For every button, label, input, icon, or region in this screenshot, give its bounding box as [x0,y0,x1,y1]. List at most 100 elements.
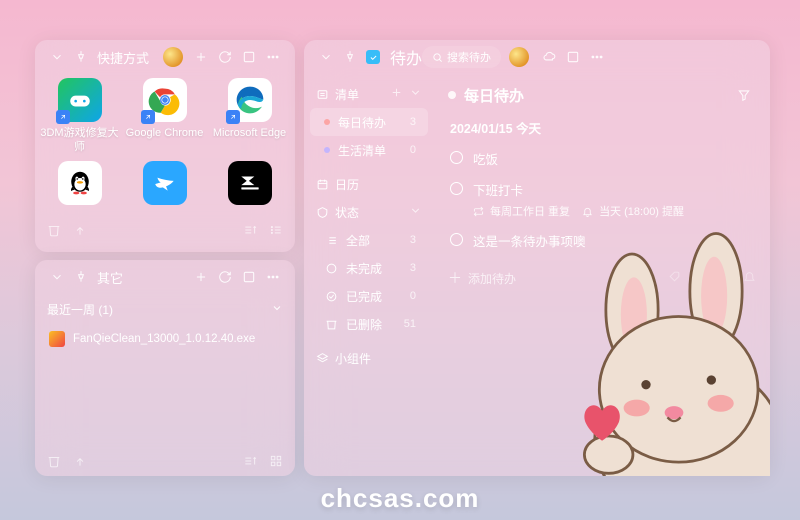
task-meta: 每周工作日 重复 当天 (18:00) 提醒 [473,203,684,219]
dot-icon [448,91,456,99]
calendar-header[interactable]: 日历 [304,170,434,198]
todo-header: 待办 搜索待办 [304,40,770,74]
more-icon[interactable] [265,269,281,285]
app-label: Google Chrome [126,126,204,140]
shortcuts-header: 快捷方式 [35,40,295,74]
sidebar-status-done[interactable]: 已完成 0 [310,282,428,310]
plus-icon: ＋ [448,268,462,288]
tag-icon[interactable] [668,270,681,286]
others-header: 其它 [35,260,295,294]
expand-icon[interactable] [241,269,257,285]
todo-main: 每日待办 2024/01/15 今天 吃饭 下班打卡 每周工作日 重复 当天 (… [434,74,770,476]
upload-icon[interactable] [71,221,89,239]
date-label: 2024/01/15 今天 [450,118,756,137]
trash-icon[interactable] [45,221,63,239]
repeat-icon [473,206,484,217]
grid-icon[interactable] [267,452,285,470]
task-title: 吃饭 [473,149,498,168]
collapse-icon[interactable] [409,204,422,220]
circle-icon [324,262,338,275]
app-label: Microsoft Edge [213,126,286,140]
calendar-icon[interactable] [693,270,706,286]
list-header: 清单 [304,80,434,108]
avatar[interactable] [163,47,183,67]
add-list-icon[interactable] [390,86,403,102]
add-task-row[interactable]: ＋ 添加待办 [448,262,756,294]
search-placeholder: 搜索待办 [447,49,491,65]
app-edge[interactable]: Microsoft Edge [207,78,292,155]
file-name: FanQieClean_13000_1.0.12.40.exe [73,333,255,345]
sidebar-status-all[interactable]: 全部 3 [310,226,428,254]
upload-icon[interactable] [71,452,89,470]
expand-icon[interactable] [241,49,257,65]
task-item[interactable]: 下班打卡 每周工作日 重复 当天 (18:00) 提醒 [448,174,756,225]
filter-icon[interactable] [736,87,752,103]
plus-icon[interactable] [193,269,209,285]
chevron-down-icon[interactable] [49,49,65,65]
expand-icon[interactable] [565,49,581,65]
cloud-icon[interactable] [541,49,557,65]
app-label: 3DM游戏修复大师 [37,126,122,155]
task-title: 下班打卡 [473,180,684,199]
more-icon[interactable] [589,49,605,65]
chevron-down-icon[interactable] [49,269,65,285]
list-icon [324,234,338,247]
more-icon[interactable] [265,49,281,65]
chevron-down-icon [271,302,283,317]
check-circle-icon [324,290,338,303]
todo-sidebar: 清单 每日待办 3 生活清单 0 日历 [304,74,434,476]
pin-icon[interactable] [73,269,89,285]
sidebar-status-deleted[interactable]: 已删除 51 [310,310,428,338]
sidebar-item-life[interactable]: 生活清单 0 [310,136,428,164]
app-dingtalk[interactable] [122,161,207,209]
shortcuts-footer [35,215,295,245]
refresh-icon[interactable] [217,49,233,65]
recent-section[interactable]: 最近一周 (1) [35,294,295,324]
task-item[interactable]: 吃饭 [448,143,756,174]
app-3dm[interactable]: 3DM游戏修复大师 [37,78,122,155]
main-title: 每日待办 [464,85,524,106]
panel-title: 快捷方式 [97,48,149,67]
task-checkbox[interactable] [450,182,463,195]
panel-title: 待办 [390,45,422,69]
sort-icon[interactable] [241,452,259,470]
chevron-down-icon[interactable] [318,49,334,65]
task-item[interactable]: 这是一条待办事项噢 [448,225,756,256]
dot-icon [324,119,330,125]
widgets-header[interactable]: 小组件 [304,344,434,372]
sort-icon[interactable] [241,221,259,239]
watermark: chcsas.com [0,483,800,514]
dot-icon [324,147,330,153]
todo-panel: 待办 搜索待办 清单 每日待办 3 [304,40,770,476]
panel-title: 其它 [97,268,123,287]
app-qq[interactable] [37,161,122,209]
pin-icon[interactable] [73,49,89,65]
app-chrome[interactable]: Google Chrome [122,78,207,155]
collapse-icon[interactable] [409,86,422,102]
todo-app-icon [366,50,380,64]
list-icon[interactable] [267,221,285,239]
sidebar-item-daily[interactable]: 每日待办 3 [310,108,428,136]
task-checkbox[interactable] [450,233,463,246]
file-item[interactable]: FanQieClean_13000_1.0.12.40.exe [35,324,295,354]
others-panel: 其它 最近一周 (1) FanQieClean_13000_1.0.12.40.… [35,260,295,476]
app-grid: 3DM游戏修复大师 Google Chrome Microsoft Edge [35,74,295,215]
avatar[interactable] [509,47,529,67]
sidebar-status-pending[interactable]: 未完成 3 [310,254,428,282]
app-capcut[interactable] [207,161,292,209]
shortcut-badge-icon [56,110,70,124]
plus-icon[interactable] [193,49,209,65]
section-label: 最近一周 (1) [47,301,113,318]
bell-icon[interactable] [743,270,756,286]
task-checkbox[interactable] [450,151,463,164]
others-footer [35,446,295,476]
trash-icon [324,318,338,331]
flag-icon[interactable] [718,270,731,286]
task-title: 这是一条待办事项噢 [473,231,586,250]
bell-icon [582,206,593,217]
refresh-icon[interactable] [217,269,233,285]
pin-icon[interactable] [342,49,358,65]
search-input[interactable]: 搜索待办 [422,46,501,68]
trash-icon[interactable] [45,452,63,470]
todo-body: 清单 每日待办 3 生活清单 0 日历 [304,74,770,476]
